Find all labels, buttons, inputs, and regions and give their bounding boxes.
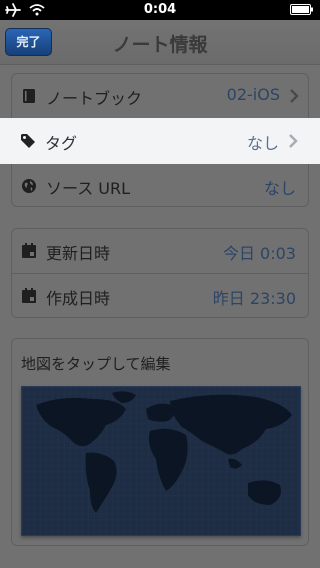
calendar-icon	[22, 288, 36, 303]
date-group: 更新日時 今日 0:03 作成日時 昨日 23:30	[11, 228, 309, 318]
battery-icon	[290, 4, 313, 15]
updated-label: 更新日時	[46, 244, 111, 263]
source-url-value: なし	[263, 179, 296, 198]
tag-icon	[21, 134, 35, 148]
page-title: ノート情報	[112, 34, 208, 56]
status-time: 0:04	[143, 2, 177, 17]
source-url-label: ソース URL	[46, 179, 131, 198]
notebook-icon	[23, 89, 35, 103]
tag-row-highlight: タグ なし	[0, 118, 320, 164]
tag-row[interactable]: タグ なし	[11, 119, 307, 163]
created-label: 作成日時	[46, 289, 111, 308]
notebook-value: 02-iOS	[226, 85, 280, 104]
chevron-right-icon	[290, 89, 299, 103]
navigation-bar: 完了 ノート情報	[0, 20, 320, 65]
globe-icon	[22, 179, 36, 193]
updated-row: 更新日時 今日 0:03	[12, 229, 308, 273]
created-value: 昨日 23:30	[212, 289, 296, 308]
notebook-row[interactable]: ノートブック 02-iOS	[12, 74, 308, 118]
map-thumbnail[interactable]	[21, 386, 301, 536]
calendar-icon	[22, 243, 36, 258]
chevron-right-icon	[289, 134, 298, 148]
tag-value: なし	[246, 134, 279, 153]
status-bar: 0:04	[0, 0, 320, 20]
map-edit-label: 地図をタップして編集	[21, 355, 171, 373]
source-url-row[interactable]: ソース URL なし	[12, 164, 308, 208]
world-map-image	[22, 387, 300, 535]
map-section: 地図をタップして編集	[11, 338, 309, 546]
notebook-label: ノートブック	[46, 89, 143, 108]
tag-label: タグ	[45, 134, 78, 153]
updated-value: 今日 0:03	[222, 244, 296, 263]
created-row: 作成日時 昨日 23:30	[12, 274, 308, 318]
